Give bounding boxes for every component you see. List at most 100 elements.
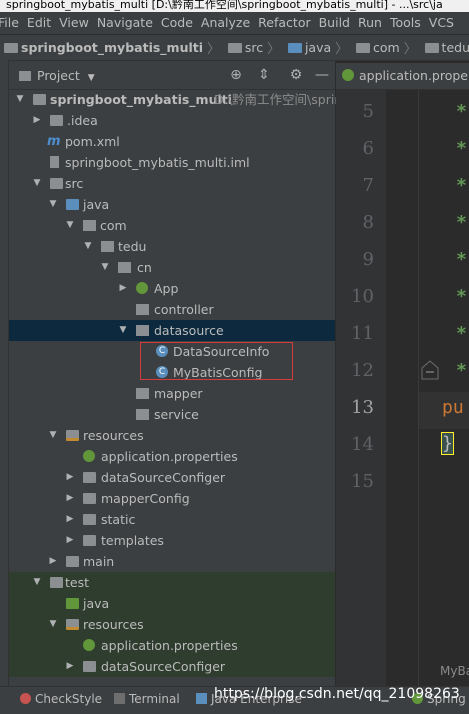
tree-item-pom[interactable]: m pom.xml [9,131,335,152]
triangle-down-icon[interactable]: ▼ [15,89,25,110]
breadcrumb-item-com[interactable]: com 〉 [352,35,417,60]
line-number: 9 [362,249,374,270]
tree-item-tedu[interactable]: ▼ tedu [9,236,335,257]
triangle-down-icon[interactable]: ▼ [48,194,58,215]
tree-item-static[interactable]: ▶ static [9,509,335,530]
tree-item-label: resources [83,428,144,443]
structure-breadcrumb[interactable]: MyBa [440,664,469,678]
checkstyle-label: CheckStyle [35,692,103,706]
fold-guide [418,90,419,686]
triangle-right-icon[interactable]: ▶ [65,467,75,488]
source-folder-icon [66,199,79,210]
breadcrumb-item-java[interactable]: java 〉 [284,35,348,60]
tree-item-label: static [101,512,136,527]
tree-item-label: java [83,596,110,611]
gear-icon[interactable]: ⚙ [288,67,304,83]
tree-item-application-properties[interactable]: application.properties [9,446,335,467]
triangle-down-icon[interactable]: ▼ [32,173,42,194]
code-brace[interactable]: } [441,432,454,455]
tree-item-mapperconfig[interactable]: ▶ mapperConfig [9,488,335,509]
project-view-selector[interactable]: Project ▼ [19,68,95,83]
triangle-right-icon[interactable]: ▶ [65,656,75,677]
tree-item-java[interactable]: ▼ java [9,194,335,215]
tree-item-mapper[interactable]: mapper [9,383,335,404]
folder-icon [4,42,18,53]
tree-item-label: cn [137,260,152,275]
menu-build[interactable]: Build [315,12,354,34]
folder-icon [66,556,79,567]
spring-leaf-icon [83,450,95,462]
tree-item-datasourceconfiger[interactable]: ▶ dataSourceConfiger [9,467,335,488]
crosshair-icon[interactable]: ⊕ [228,67,244,83]
triangle-right-icon[interactable]: ▶ [32,110,42,131]
package-icon [101,241,114,252]
breadcrumb-item-project[interactable]: springboot_mybatis_multi 〉 [0,35,220,60]
tree-item-controller[interactable]: controller [9,299,335,320]
package-icon [136,409,149,420]
tree-item-test-resources[interactable]: ▼ resources [9,614,335,635]
triangle-down-icon: ▼ [87,73,95,83]
triangle-down-icon[interactable]: ▼ [48,614,58,635]
tree-item-label: java [83,197,110,212]
menu-bar: File Edit View Navigate Code Analyze Refactor B… [0,12,469,35]
tree-item-test-datasourceconfiger[interactable]: ▶ dataSourceConfiger [9,656,335,677]
menu-run[interactable]: Run [354,12,386,34]
triangle-down-icon[interactable]: ▼ [32,572,42,593]
triangle-down-icon[interactable]: ▼ [100,257,110,278]
left-tool-strip[interactable] [0,60,9,686]
menu-code[interactable]: Code [157,12,197,34]
menu-edit[interactable]: Edit [23,12,55,34]
tree-item-templates[interactable]: ▶ templates [9,530,335,551]
tree-item-main[interactable]: ▶ main [9,551,335,572]
triangle-down-icon[interactable]: ▼ [83,236,93,257]
checkstyle-tab[interactable]: CheckStyle [20,692,102,706]
tree-item-datasource[interactable]: ▼ datasource [9,320,335,341]
triangle-right-icon[interactable]: ▶ [65,488,75,509]
minimize-icon[interactable]: — [314,67,330,83]
terminal-tab[interactable]: Terminal [114,692,180,706]
menu-view[interactable]: View [55,12,93,34]
tree-item-app[interactable]: ▶ App [9,278,335,299]
tree-item-test-application-properties[interactable]: application.properties [9,635,335,656]
menu-tools[interactable]: Tools [386,12,425,34]
folder-icon [83,535,96,546]
tree-item-src[interactable]: ▼ src [9,173,335,194]
menu-file[interactable]: File [0,12,23,34]
tree-item-test-java[interactable]: java [9,593,335,614]
fold-marker-icon[interactable] [421,360,439,380]
project-panel-title: Project [37,68,80,83]
tree-item-resources[interactable]: ▼ resources [9,425,335,446]
triangle-right-icon[interactable]: ▶ [65,530,75,551]
folder-icon [50,115,63,126]
line-number: 13 [351,397,374,418]
triangle-right-icon[interactable]: ▶ [48,551,58,572]
triangle-down-icon[interactable]: ▼ [65,215,75,236]
file-icon [50,156,59,168]
menu-analyze[interactable]: Analyze [197,12,254,34]
menu-vcs[interactable]: VCS [425,12,458,34]
tree-item-service[interactable]: service [9,404,335,425]
tree-item-label: datasource [154,323,224,338]
breadcrumb-item-src[interactable]: src 〉 [224,35,280,60]
code-keyword[interactable]: pu [442,397,464,418]
tree-item-cn[interactable]: ▼ cn [9,257,335,278]
menu-navigate[interactable]: Navigate [93,12,157,34]
triangle-right-icon[interactable]: ▶ [118,278,128,299]
comment-star: * [456,101,467,122]
triangle-down-icon[interactable]: ▼ [118,320,128,341]
tree-item-test[interactable]: ▼ test [9,572,335,593]
tree-item-label: App [154,281,179,296]
menu-refactor[interactable]: Refactor [254,12,314,34]
triangle-right-icon[interactable]: ▶ [65,509,75,530]
terminal-icon [114,693,125,704]
editor-tab-application-properties[interactable]: application.prope [342,68,468,83]
breadcrumb-item-tedu[interactable]: tedu〉 [421,35,469,60]
checkstyle-icon [20,693,31,704]
tree-item-label: tedu [118,239,147,254]
triangle-down-icon[interactable]: ▼ [48,425,58,446]
tree-item-idea[interactable]: ▶ .idea [9,110,335,131]
collapse-all-icon[interactable]: ⇕ [256,67,272,83]
tree-item-project-root[interactable]: ▼ springboot_mybatis_multi D:\黔南工作空间\spr… [9,89,343,110]
tree-item-iml[interactable]: springboot_mybatis_multi.iml [9,152,335,173]
tree-item-com[interactable]: ▼ com [9,215,335,236]
